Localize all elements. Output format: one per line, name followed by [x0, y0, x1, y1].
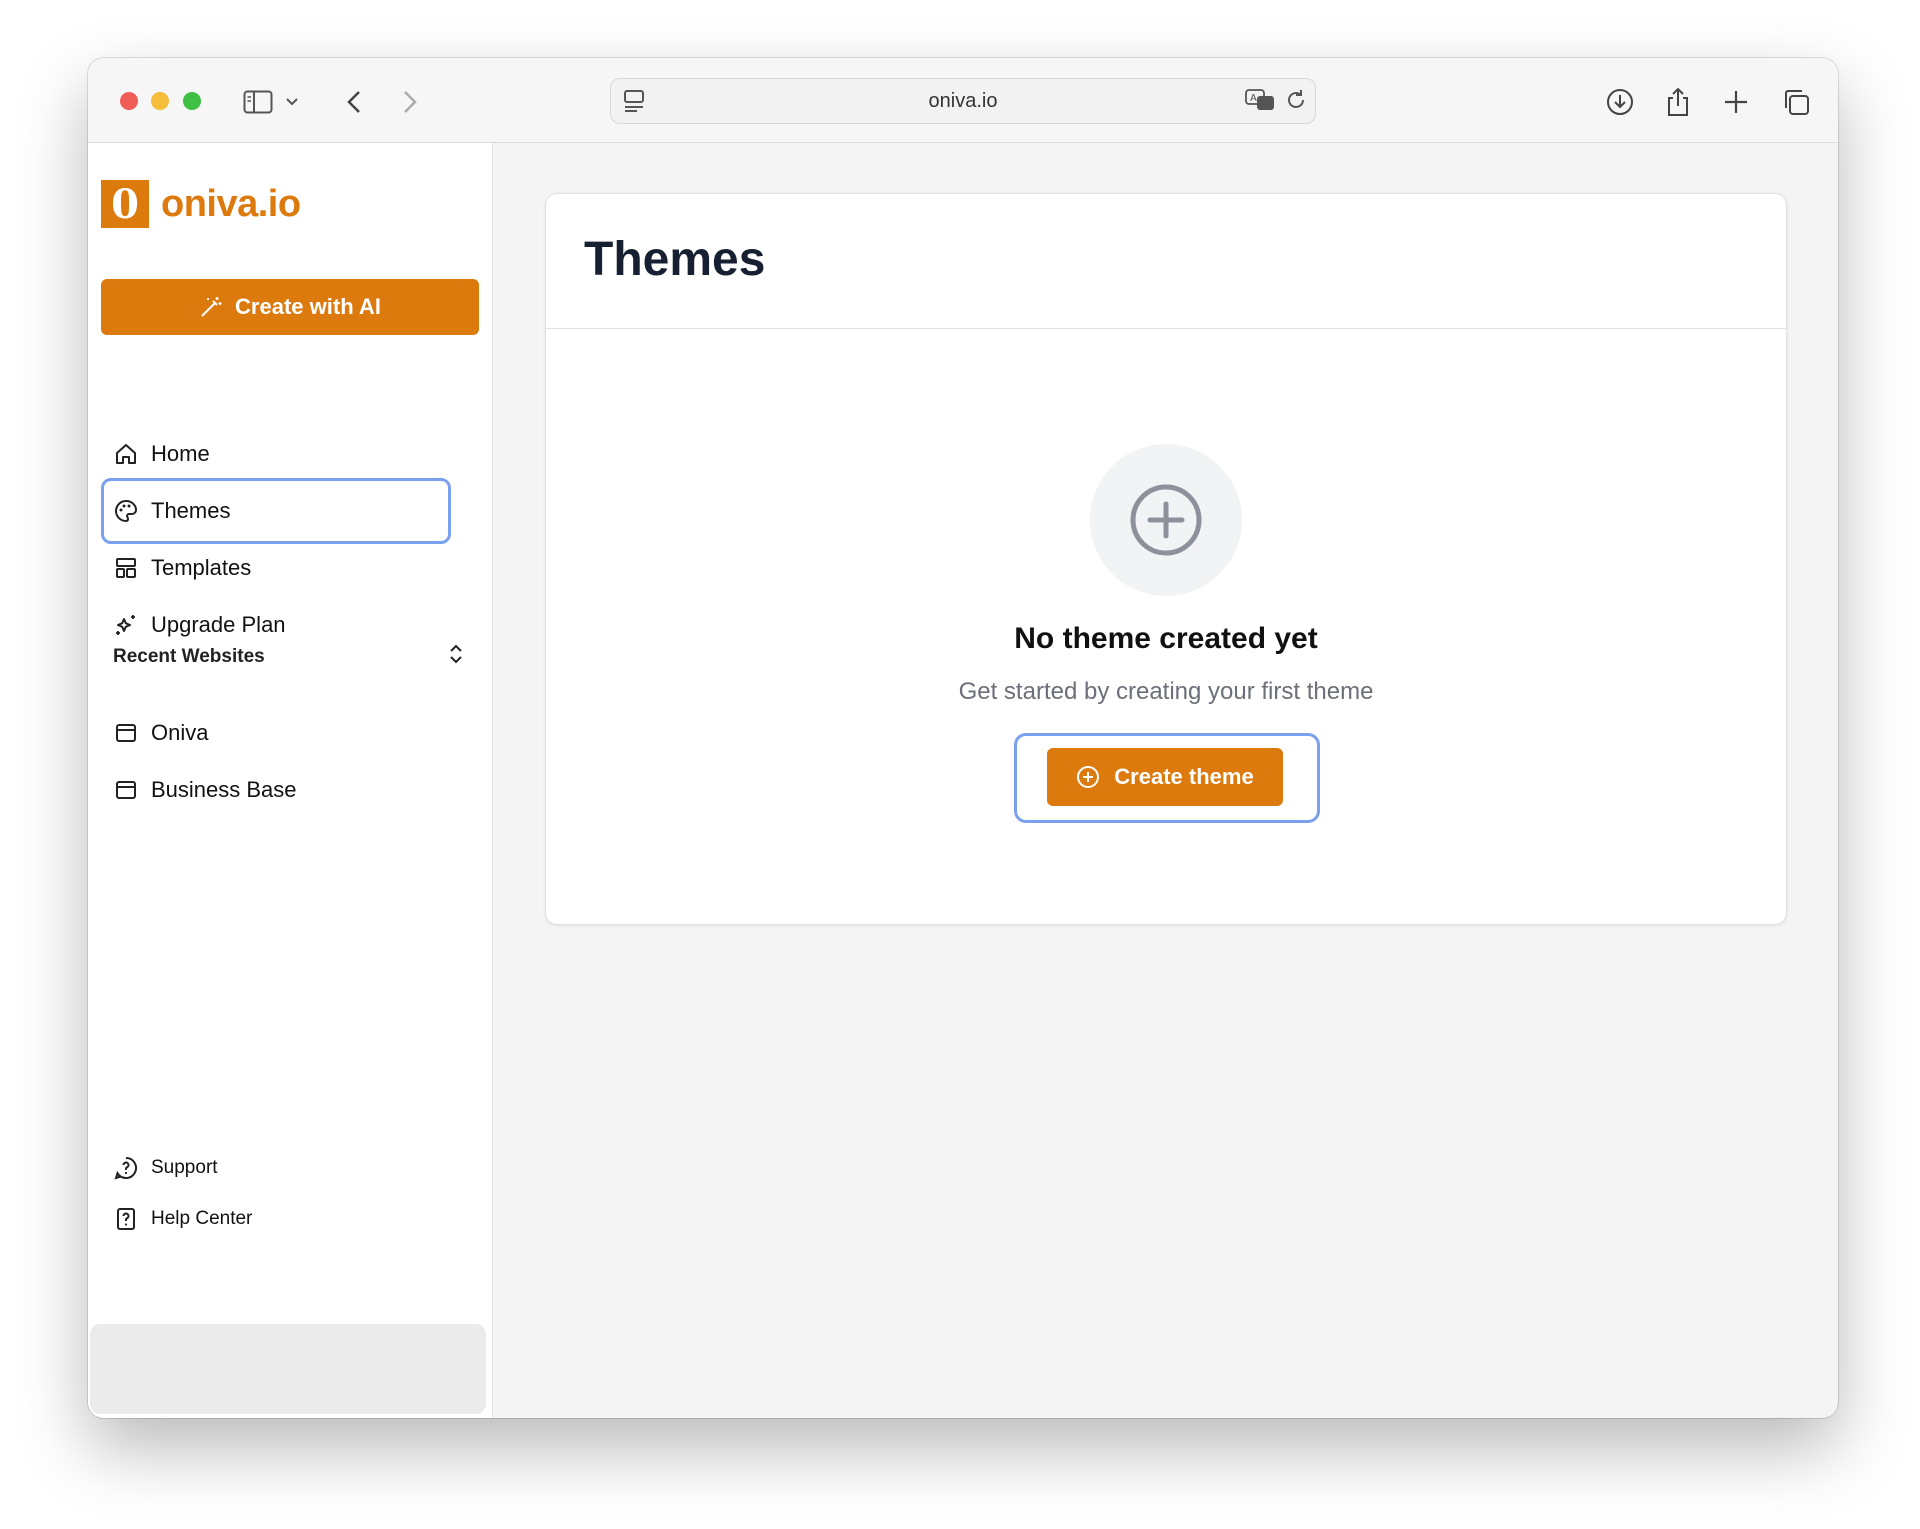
create-with-ai-label: Create with AI — [235, 294, 381, 319]
url-text: oniva.io — [928, 90, 998, 112]
logo-mark: 0 — [101, 180, 149, 228]
help-circle-icon — [113, 1155, 139, 1181]
create-with-ai-button[interactable]: Create with AI — [101, 279, 479, 335]
sidebar: 0 oniva.io Create with AI Home Themes Te… — [88, 143, 493, 1418]
recent-website-label: Oniva — [151, 720, 209, 745]
browser-window-icon — [113, 777, 139, 803]
palette-icon — [113, 498, 139, 524]
create-theme-button[interactable]: Create theme — [1047, 748, 1283, 806]
sidebar-toggle-icon[interactable] — [238, 82, 278, 122]
empty-state-illustration — [1090, 444, 1242, 596]
recent-website-label: Business Base — [151, 777, 297, 802]
new-tab-icon[interactable] — [1716, 82, 1756, 122]
empty-state-subtitle: Get started by creating your first theme — [958, 678, 1374, 705]
themes-card: Themes No theme created yet Get started … — [545, 193, 1787, 925]
nav-item-label: Home — [151, 441, 210, 466]
browser-toolbar: oniva.io A — [88, 58, 1838, 143]
tab-overview-icon[interactable] — [1776, 82, 1816, 122]
chevron-down-icon[interactable] — [280, 82, 304, 122]
home-icon — [113, 441, 139, 467]
recent-website-oniva[interactable]: Oniva — [113, 720, 208, 746]
nav-item-label: Themes — [151, 498, 231, 523]
plus-circle-icon — [1077, 766, 1100, 788]
address-bar[interactable]: oniva.io A — [610, 78, 1316, 124]
recent-websites-header[interactable]: Recent Websites — [113, 643, 463, 671]
minimize-window-button[interactable] — [151, 92, 169, 110]
create-theme-label: Create theme — [1114, 764, 1254, 789]
svg-text:A: A — [1250, 93, 1257, 104]
sparkles-icon — [113, 612, 139, 638]
page-title: Themes — [584, 233, 766, 286]
account-panel[interactable] — [90, 1324, 486, 1414]
share-icon[interactable] — [1658, 82, 1698, 122]
browser-window: oniva.io A 0 oniva.io Create with AI Hom… — [88, 58, 1838, 1418]
logo[interactable]: 0 oniva.io — [101, 180, 301, 228]
nav-item-label: Templates — [151, 555, 252, 580]
forward-icon[interactable] — [390, 82, 430, 122]
close-window-button[interactable] — [120, 92, 138, 110]
browser-window-icon — [113, 720, 139, 746]
magic-wand-icon — [201, 297, 222, 317]
logo-text: oniva.io — [161, 182, 301, 225]
help-center-link[interactable]: Help Center — [113, 1206, 252, 1232]
zoom-window-button[interactable] — [183, 92, 201, 110]
card-header: Themes — [546, 194, 1786, 329]
layout-icon — [113, 555, 139, 581]
back-icon[interactable] — [334, 82, 374, 122]
plus-circle-icon — [1130, 484, 1202, 556]
recent-websites-title: Recent Websites — [113, 646, 265, 667]
empty-state-title: No theme created yet — [1014, 622, 1318, 655]
translate-icon[interactable]: A — [1245, 89, 1275, 116]
help-center-label: Help Center — [151, 1208, 253, 1229]
help-document-icon — [113, 1206, 139, 1232]
support-link[interactable]: Support — [113, 1155, 218, 1181]
support-label: Support — [151, 1157, 218, 1178]
chevron-up-down-icon[interactable] — [449, 643, 463, 671]
reload-icon[interactable] — [1285, 89, 1307, 116]
recent-website-business-base[interactable]: Business Base — [113, 777, 297, 803]
download-icon[interactable] — [1600, 82, 1640, 122]
nav-item-label: Upgrade Plan — [151, 612, 286, 637]
